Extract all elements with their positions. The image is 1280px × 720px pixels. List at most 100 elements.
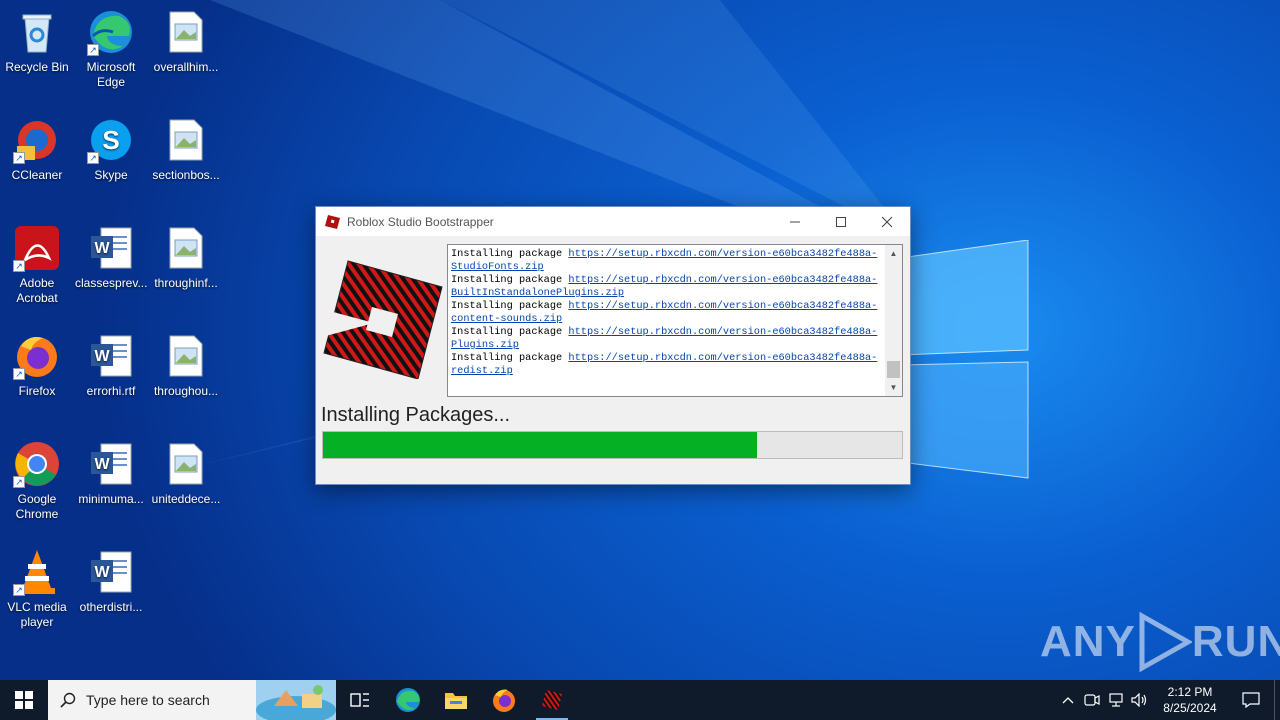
- shortcut-arrow-icon: ↗: [13, 260, 25, 272]
- word-doc-icon: W: [87, 224, 135, 272]
- desktop-icon-label: uniteddece...: [151, 492, 221, 506]
- word-doc-icon: W: [87, 548, 135, 596]
- desktop-icon-image-5[interactable]: uniteddece...: [150, 440, 222, 507]
- log-link[interactable]: redist.zip: [451, 365, 513, 377]
- log-line: Installing package https://setup.rbxcdn.…: [451, 248, 882, 274]
- desktop-icon-label: Recycle Bin: [5, 60, 69, 74]
- maximize-button[interactable]: [818, 207, 864, 236]
- desktop-icon-word-doc-2[interactable]: W errorhi.rtf: [75, 332, 147, 399]
- desktop-icon-firefox[interactable]: ↗ Firefox: [1, 332, 73, 399]
- system-tray: 2:12 PM 8/25/2024: [1056, 680, 1280, 720]
- search-highlight-illustration-icon: [256, 680, 336, 720]
- tray-overflow-button[interactable]: [1056, 680, 1080, 720]
- taskbar-edge[interactable]: [384, 680, 432, 720]
- log-link[interactable]: https://setup.rbxcdn.com/version-e60bca3…: [568, 300, 877, 312]
- scroll-up-icon[interactable]: ▲: [885, 245, 902, 262]
- close-button[interactable]: [864, 207, 910, 236]
- taskbar-file-explorer[interactable]: [432, 680, 480, 720]
- scroll-thumb[interactable]: [887, 361, 900, 378]
- log-link[interactable]: https://setup.rbxcdn.com/version-e60bca3…: [568, 248, 877, 260]
- desktop-icon-recycle-bin[interactable]: Recycle Bin: [1, 8, 73, 75]
- chevron-up-icon: [1062, 697, 1074, 704]
- search-icon: [60, 692, 76, 708]
- tray-network-button[interactable]: [1104, 680, 1128, 720]
- log-scrollbar[interactable]: ▲ ▼: [885, 245, 902, 396]
- windows-logo-wallpaper-icon: [900, 240, 1029, 479]
- roblox-bootstrapper-window[interactable]: Roblox Studio Bootstrapper Installing pa…: [315, 206, 911, 485]
- meet-now-icon: [1084, 694, 1100, 706]
- word-doc-icon: W: [87, 332, 135, 380]
- desktop-icon-skype[interactable]: S ↗ Skype: [75, 116, 147, 183]
- word-doc-icon: W: [87, 440, 135, 488]
- taskbar-firefox[interactable]: [480, 680, 528, 720]
- taskbar-task-view[interactable]: [336, 680, 384, 720]
- log-link[interactable]: Plugins.zip: [451, 339, 519, 351]
- log-link[interactable]: content-sounds.zip: [451, 313, 562, 325]
- desktop-icon-adobe-acrobat[interactable]: ↗ Adobe Acrobat: [1, 224, 73, 306]
- svg-text:W: W: [94, 348, 110, 365]
- shortcut-arrow-icon: ↗: [13, 584, 25, 596]
- desktop-icon-image-1[interactable]: overallhim...: [150, 8, 222, 75]
- minimize-button[interactable]: [772, 207, 818, 236]
- log-link[interactable]: https://setup.rbxcdn.com/version-e60bca3…: [568, 326, 877, 338]
- install-progress-bar: [322, 431, 903, 459]
- svg-text:W: W: [94, 564, 110, 581]
- search-placeholder: Type here to search: [86, 692, 210, 708]
- roblox-studio-logo-icon: [322, 260, 443, 379]
- desktop-icon-image-4[interactable]: throughou...: [150, 332, 222, 399]
- log-link[interactable]: BuiltInStandalonePlugins.zip: [451, 287, 624, 299]
- edge-icon: ↗: [87, 8, 135, 56]
- desktop-icon-image-3[interactable]: throughinf...: [150, 224, 222, 291]
- taskbar-roblox-studio[interactable]: [528, 680, 576, 720]
- desktop-icon-label: Adobe Acrobat: [16, 276, 58, 305]
- vlc-icon: ↗: [13, 548, 61, 596]
- network-icon: [1109, 693, 1123, 707]
- roblox-icon: [325, 214, 340, 229]
- desktop-icon-word-doc-3[interactable]: W minimuma...: [75, 440, 147, 507]
- log-line: Installing package https://setup.rbxcdn.…: [451, 326, 882, 352]
- desktop-icon-image-2[interactable]: sectionbos...: [150, 116, 222, 183]
- acrobat-icon: ↗: [13, 224, 61, 272]
- task-view-icon: [350, 693, 369, 707]
- desktop-icon-label: throughinf...: [154, 276, 218, 290]
- taskbar-search-box[interactable]: Type here to search: [48, 680, 336, 720]
- scroll-down-icon[interactable]: ▼: [885, 379, 902, 396]
- tray-meet-now-button[interactable]: [1080, 680, 1104, 720]
- notification-center-button[interactable]: [1228, 680, 1274, 720]
- image-file-icon: [162, 332, 210, 380]
- desktop-icon-vlc[interactable]: ↗ VLC media player: [1, 548, 73, 630]
- desktop-icon-google-chrome[interactable]: ↗ Google Chrome: [1, 440, 73, 522]
- watermark-left-text: ANY: [1040, 617, 1136, 666]
- log-prefix: Installing package: [451, 352, 569, 364]
- image-file-icon: [162, 8, 210, 56]
- desktop-icon-microsoft-edge[interactable]: ↗ Microsoft Edge: [75, 8, 147, 90]
- log-prefix: Installing package: [451, 248, 569, 260]
- install-log-textbox[interactable]: Installing package https://setup.rbxcdn.…: [447, 244, 903, 397]
- firefox-icon: [493, 689, 515, 712]
- log-prefix: Installing package: [451, 300, 569, 312]
- maximize-icon: [836, 216, 846, 227]
- desktop-icon-word-doc-4[interactable]: W otherdistri...: [75, 548, 147, 615]
- tray-volume-button[interactable]: [1128, 680, 1152, 720]
- install-log-lines: Installing package https://setup.rbxcdn.…: [451, 248, 882, 378]
- log-link[interactable]: https://setup.rbxcdn.com/version-e60bca3…: [568, 274, 877, 286]
- taskbar: Type here to search 2:12 PM 8/25/2024: [0, 680, 1280, 720]
- log-link[interactable]: StudioFonts.zip: [451, 261, 544, 273]
- file-explorer-icon: [445, 693, 467, 709]
- play-logo-icon: [1139, 612, 1192, 672]
- edge-icon: [396, 688, 420, 712]
- show-desktop-button[interactable]: [1274, 680, 1280, 720]
- desktop-icon-label: sectionbos...: [152, 168, 220, 182]
- log-line: Installing package https://setup.rbxcdn.…: [451, 300, 882, 326]
- window-titlebar[interactable]: Roblox Studio Bootstrapper: [316, 207, 910, 236]
- desktop-icon-label: minimuma...: [78, 492, 144, 506]
- log-line: Installing package https://setup.rbxcdn.…: [451, 352, 882, 378]
- svg-text:S: S: [102, 125, 119, 155]
- desktop-icon-word-doc-1[interactable]: W classesprev...: [75, 224, 147, 291]
- desktop-icon-ccleaner[interactable]: ↗ CCleaner: [1, 116, 73, 183]
- taskbar-clock[interactable]: 2:12 PM 8/25/2024: [1152, 684, 1228, 716]
- start-button[interactable]: [0, 680, 48, 720]
- log-link[interactable]: https://setup.rbxcdn.com/version-e60bca3…: [568, 352, 877, 364]
- desktop-icon-label: otherdistri...: [79, 600, 143, 614]
- image-file-icon: [162, 116, 210, 164]
